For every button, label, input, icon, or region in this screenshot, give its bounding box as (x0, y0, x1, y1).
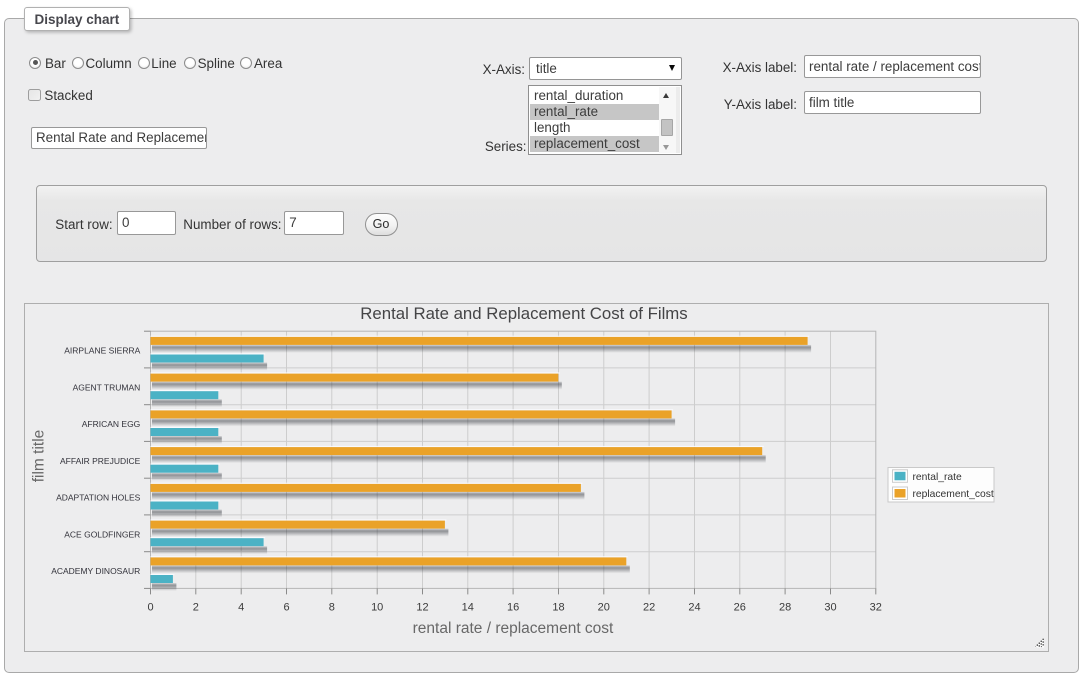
svg-text:0: 0 (147, 602, 153, 614)
svg-text:26: 26 (734, 602, 746, 614)
svg-text:16: 16 (507, 602, 519, 614)
svg-text:ACE GOLDFINGER: ACE GOLDFINGER (64, 529, 140, 539)
svg-text:replacement_cost: replacement_cost (913, 489, 994, 500)
svg-text:8: 8 (329, 602, 335, 614)
svg-text:ADAPTATION HOLES: ADAPTATION HOLES (56, 493, 141, 503)
svg-text:AFRICAN EGG: AFRICAN EGG (82, 419, 141, 429)
svg-text:30: 30 (824, 602, 836, 614)
svg-text:Rental Rate and Replacement Co: Rental Rate and Replacement Cost of Film… (360, 304, 687, 323)
svg-text:rental_rate: rental_rate (913, 472, 963, 483)
svg-text:24: 24 (688, 602, 700, 614)
svg-text:10: 10 (371, 602, 383, 614)
svg-text:20: 20 (598, 602, 610, 614)
svg-text:rental rate / replacement cost: rental rate / replacement cost (413, 620, 614, 637)
svg-text:4: 4 (238, 602, 244, 614)
svg-text:18: 18 (552, 602, 564, 614)
svg-text:AGENT TRUMAN: AGENT TRUMAN (73, 382, 141, 392)
svg-text:ACADEMY DINOSAUR: ACADEMY DINOSAUR (51, 566, 140, 576)
svg-text:32: 32 (870, 602, 882, 614)
svg-text:6: 6 (283, 602, 289, 614)
svg-text:14: 14 (462, 602, 474, 614)
svg-text:AFFAIR PREJUDICE: AFFAIR PREJUDICE (60, 456, 141, 466)
svg-text:2: 2 (193, 602, 199, 614)
svg-text:AIRPLANE SIERRA: AIRPLANE SIERRA (64, 346, 140, 356)
svg-text:film title: film title (31, 430, 48, 483)
svg-text:28: 28 (779, 602, 791, 614)
svg-text:22: 22 (643, 602, 655, 614)
svg-text:12: 12 (416, 602, 428, 614)
